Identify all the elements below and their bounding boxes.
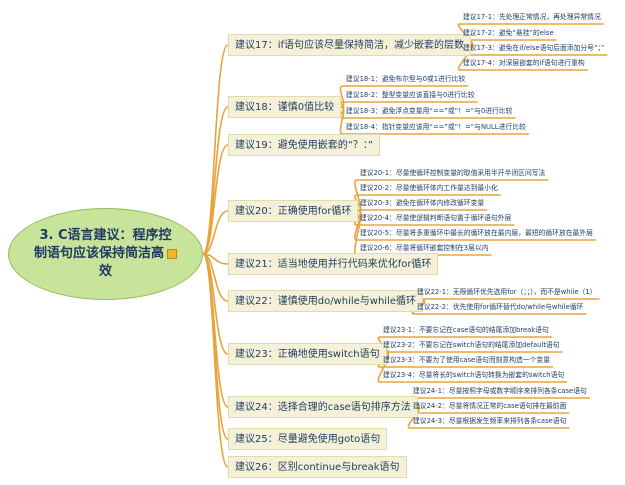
subtopic[interactable]: 建议18-3：避免浮点变量用“==”或“！=”与0进行比较: [343, 104, 515, 118]
subtopic-label: 建议23-1：不要忘记在case语句的结尾添加break语句: [383, 326, 549, 334]
root-topic-line-2: 制语句应该保持简洁高: [33, 246, 164, 261]
branch-label: 建议22：谨慎使用do/while与while循环: [235, 296, 417, 307]
subtopic[interactable]: 建议18-1：避免布尔型与0或1进行比较: [343, 72, 468, 86]
subtopic-label: 建议18-1：避免布尔型与0或1进行比较: [346, 75, 466, 83]
branch-topic[interactable]: 建议19：避免使用嵌套的“？：”: [228, 134, 381, 156]
note-icon: [167, 248, 177, 259]
subtopic[interactable]: 建议17-1：先处理正常情况，再处理异常情况: [460, 10, 604, 24]
subtopic-label: 建议23-3：不要为了使用case语句而刻意构造一个变量: [383, 356, 550, 364]
subtopic[interactable]: 建议24-2：尽量将情况正常的case语句排在最前面: [410, 399, 569, 413]
subtopic[interactable]: 建议20-3：避免在循环体内修改循环变量: [357, 196, 487, 210]
branch-label: 建议17：if语句应该尽量保持简洁，减少嵌套的层数: [235, 40, 465, 51]
branch-label: 建议26：区别continue与break语句: [235, 462, 400, 473]
subtopic-label: 建议18-2：整型变量应该直接与0进行比较: [346, 91, 475, 99]
subtopic[interactable]: 建议20-5：尽量将多重循环中最长的循环放在最内层，最短的循环放在最外层: [357, 226, 596, 240]
subtopic-label: 建议17-4：对深层嵌套的if语句进行重构: [463, 59, 585, 67]
branch-topic[interactable]: 建议17：if语句应该尽量保持简洁，减少嵌套的层数: [228, 34, 472, 56]
subtopic[interactable]: 建议18-4：指针变量应该用“==”或“！=”与NULL进行比较: [343, 120, 529, 134]
subtopic-label: 建议24-3：尽量根据发生频率来排列各条case语句: [413, 417, 567, 425]
branch-label: 建议24：选择合理的case语句排序方法: [235, 402, 411, 413]
subtopic[interactable]: 建议23-3：不要为了使用case语句而刻意构造一个变量: [380, 353, 553, 367]
branch-topic[interactable]: 建议25：尽量避免使用goto语句: [228, 428, 388, 450]
subtopic[interactable]: 建议22-2：优先使用for循环替代do/while与while循环: [414, 300, 586, 314]
subtopic[interactable]: 建议22-1：无限循环优先选用for（；；），而不是while（1）: [414, 285, 599, 299]
branch-topic[interactable]: 建议26：区别continue与break语句: [228, 456, 407, 478]
subtopic[interactable]: 建议18-2：整型变量应该直接与0进行比较: [343, 88, 478, 102]
subtopic-label: 建议17-3：避免在if/else语句后面添加分号“；”: [463, 44, 605, 52]
root-topic-line-3: 效: [98, 264, 112, 279]
subtopic[interactable]: 建议24-1：尽量按照字母或数字顺序来排列各条case语句: [410, 384, 590, 398]
branch-topic[interactable]: 建议22：谨慎使用do/while与while循环: [228, 290, 424, 312]
branch-topic[interactable]: 建议21：适当地使用并行代码来优化for循环: [228, 253, 439, 275]
branch-label: 建议23：正确地使用switch语句: [235, 349, 380, 360]
subtopic[interactable]: 建议17-4：对深层嵌套的if语句进行重构: [460, 56, 588, 70]
branch-topic[interactable]: 建议23：正确地使用switch语句: [228, 343, 387, 365]
subtopic-label: 建议20-5：尽量将多重循环中最长的循环放在最内层，最短的循环放在最外层: [360, 229, 593, 237]
branch-label: 建议21：适当地使用并行代码来优化for循环: [235, 259, 432, 270]
subtopic-label: 建议20-3：避免在循环体内修改循环变量: [360, 199, 485, 207]
branch-topic[interactable]: 建议18：谨慎0值比较: [228, 96, 342, 118]
branch-label: 建议18：谨慎0值比较: [235, 102, 335, 113]
subtopic[interactable]: 建议20-4：尽量使逻辑判断语句置于循环语句外层: [357, 211, 514, 225]
branch-topic[interactable]: 建议20：正确使用for循环: [228, 200, 359, 222]
subtopic[interactable]: 建议23-4：尽量将长的switch语句转换为嵌套的switch语句: [380, 368, 567, 382]
subtopic[interactable]: 建议23-2：不要忘记在switch语句的结尾添加default语句: [380, 338, 563, 352]
subtopic[interactable]: 建议17-3：避免在if/else语句后面添加分号“；”: [460, 41, 607, 55]
subtopic[interactable]: 建议23-1：不要忘记在case语句的结尾添加break语句: [380, 323, 552, 337]
subtopic-label: 建议17-2：避免“悬挂”的else: [463, 29, 554, 37]
subtopic[interactable]: 建议17-2：避免“悬挂”的else: [460, 26, 557, 40]
subtopic-label: 建议24-1：尽量按照字母或数字顺序来排列各条case语句: [413, 387, 587, 395]
root-topic[interactable]: 3. C语言建议：程序控 制语句应该保持简洁高 效: [8, 208, 203, 300]
subtopic[interactable]: 建议24-3：尽量根据发生频率来排列各条case语句: [410, 414, 569, 428]
root-topic-line-1: 3. C语言建议：程序控: [39, 228, 172, 243]
root-connector: [202, 144, 229, 255]
branch-topic[interactable]: 建议24：选择合理的case语句排序方法: [228, 396, 418, 418]
subtopic-label: 建议17-1：先处理正常情况，再处理异常情况: [463, 13, 601, 21]
subtopic[interactable]: 建议20-2：尽量使循环体内工作量达到最小化: [357, 181, 501, 195]
branch-label: 建议20：正确使用for循环: [235, 206, 352, 217]
subtopic-label: 建议20-6：尽量将循环嵌套控制在3层以内: [360, 244, 489, 252]
branch-label: 建议25：尽量避免使用goto语句: [235, 434, 381, 445]
subtopic-label: 建议20-4：尽量使逻辑判断语句置于循环语句外层: [360, 214, 512, 222]
subtopic-label: 建议23-2：不要忘记在switch语句的结尾添加default语句: [383, 341, 560, 349]
subtopic-label: 建议20-2：尽量使循环体内工作量达到最小化: [360, 184, 498, 192]
subtopic-label: 建议24-2：尽量将情况正常的case语句排在最前面: [413, 402, 567, 410]
subtopic-label: 建议18-4：指针变量应该用“==”或“！=”与NULL进行比较: [346, 123, 526, 131]
subtopic-label: 建议22-1：无限循环优先选用for（；；），而不是while（1）: [417, 288, 597, 296]
branch-label: 建议19：避免使用嵌套的“？：”: [235, 140, 374, 151]
subtopic-label: 建议18-3：避免浮点变量用“==”或“！=”与0进行比较: [346, 107, 513, 115]
subtopic-label: 建议23-4：尽量将长的switch语句转换为嵌套的switch语句: [383, 371, 565, 379]
subtopic-label: 建议22-2：优先使用for循环替代do/while与while循环: [417, 303, 584, 311]
subtopic-label: 建议20-1：尽量使循环控制变量的取值采用半开半闭区间写法: [360, 169, 546, 177]
subtopic[interactable]: 建议20-1：尽量使循环控制变量的取值采用半开半闭区间写法: [357, 166, 548, 180]
